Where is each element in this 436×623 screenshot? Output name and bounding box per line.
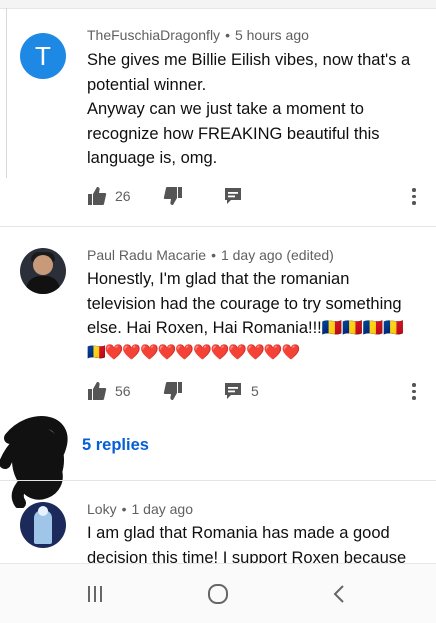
top-edge — [0, 0, 436, 9]
reply-button[interactable]: 5 — [223, 379, 259, 403]
comment-author[interactable]: Paul Radu Macarie — [87, 247, 206, 263]
thumbs-down-icon — [163, 382, 182, 400]
more-options-button[interactable] — [410, 188, 418, 208]
recent-apps-button[interactable] — [75, 580, 115, 608]
home-button[interactable] — [198, 580, 238, 608]
home-icon — [208, 584, 228, 604]
left-rail — [0, 8, 7, 178]
comment-paragraph: She gives me Billie Eilish vibes, now th… — [87, 51, 411, 94]
emoji-line: 🇷🇴❤️❤️❤️❤️❤️❤️❤️❤️❤️❤️❤️ — [87, 344, 300, 361]
comment-divider — [0, 226, 436, 227]
like-count: 56 — [115, 383, 131, 399]
back-button[interactable] — [320, 580, 360, 608]
comment-text: Honestly, I'm glad that the romanian tel… — [87, 267, 417, 341]
more-vert-icon — [412, 188, 416, 192]
separator-dot: • — [211, 247, 216, 263]
comment-meta: TheFuschiaDragonfly • 5 hours ago — [87, 27, 309, 43]
back-icon — [333, 585, 344, 603]
avatar[interactable]: T — [20, 33, 66, 79]
avatar[interactable] — [20, 502, 66, 548]
recent-apps-icon — [88, 586, 102, 602]
thumbs-up-icon — [88, 187, 107, 205]
separator-dot: • — [121, 501, 127, 517]
comment-paragraph: Anyway can we just take a moment to reco… — [87, 100, 380, 167]
comment-time: 5 hours ago — [234, 27, 309, 43]
reply-count: 5 — [251, 383, 259, 399]
comment-author[interactable]: Loky — [87, 501, 117, 517]
comment-time: 1 day ago (edited) — [220, 247, 334, 263]
system-nav-bar — [0, 563, 436, 623]
more-vert-icon — [412, 383, 416, 387]
view-replies-link[interactable]: 5 replies — [82, 436, 149, 455]
comment-divider — [0, 480, 436, 481]
avatar[interactable] — [20, 248, 66, 294]
comment-paragraph: Honestly, I'm glad that the romanian tel… — [87, 270, 404, 337]
more-options-button[interactable] — [410, 383, 418, 403]
comment-author[interactable]: TheFuschiaDragonfly — [87, 27, 220, 43]
reply-comment-icon — [225, 188, 241, 204]
comment-meta: Loky • 1 day ago — [87, 501, 193, 517]
thumbs-up-icon — [88, 382, 107, 400]
like-button[interactable]: 56 — [87, 379, 131, 403]
like-count: 26 — [115, 188, 131, 204]
comment-text: I am glad that Romania has made a good d… — [87, 521, 417, 563]
comment-paragraph: I am glad that Romania has made a good d… — [87, 524, 407, 563]
redaction-scribble — [0, 416, 68, 508]
reply-button[interactable] — [223, 184, 243, 208]
dislike-button[interactable] — [163, 184, 183, 208]
comment-actions: 56 5 — [87, 379, 417, 403]
comment-actions: 26 — [87, 184, 417, 208]
dislike-button[interactable] — [163, 379, 183, 403]
like-button[interactable]: 26 — [87, 184, 131, 208]
comment-text: She gives me Billie Eilish vibes, now th… — [87, 48, 417, 171]
thumbs-down-icon — [163, 187, 182, 205]
separator-dot: • — [225, 27, 230, 43]
comment-time: 1 day ago — [131, 501, 193, 517]
reply-comment-icon — [225, 383, 241, 399]
comment-meta: Paul Radu Macarie • 1 day ago (edited) — [87, 247, 334, 263]
